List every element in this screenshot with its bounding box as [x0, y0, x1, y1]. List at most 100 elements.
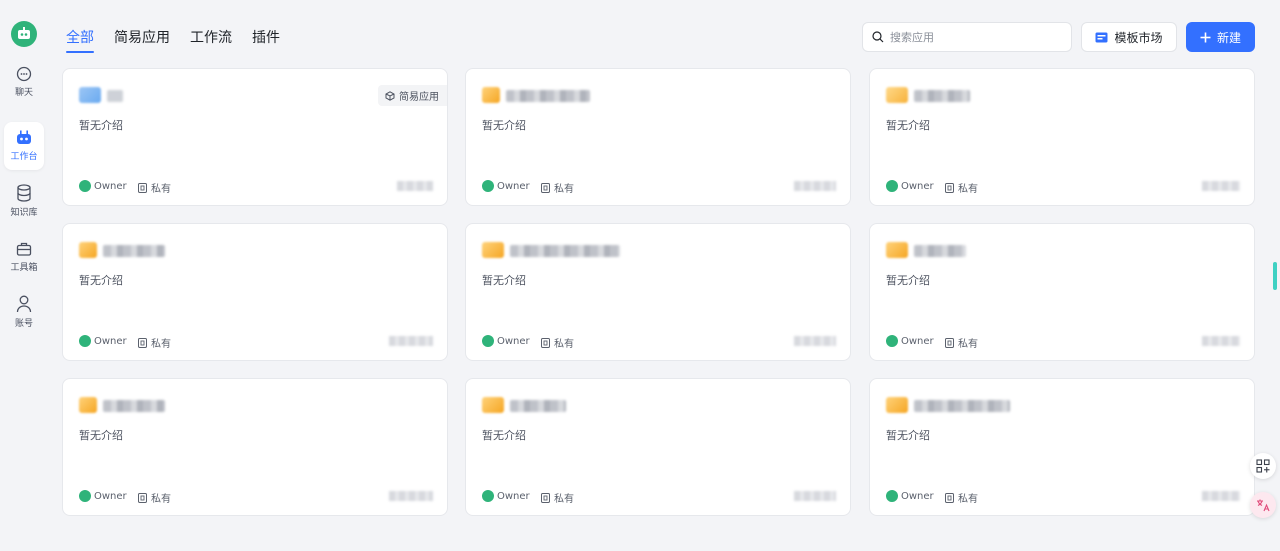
visibility-label: 私有: [958, 339, 978, 350]
app-visibility: 私有: [541, 490, 574, 505]
visibility-label: 私有: [554, 184, 574, 195]
sidebar-item-label: 聊天: [14, 88, 33, 98]
translate-button[interactable]: [1250, 492, 1276, 518]
tab-all[interactable]: 全部: [66, 27, 94, 53]
app-logo-icon[interactable]: [11, 21, 37, 47]
template-market-label: 模板市场: [1114, 30, 1163, 45]
update-time-redacted: [794, 336, 836, 346]
update-time-redacted: [794, 181, 836, 191]
owner-label: Owner: [94, 180, 127, 192]
tab-simple-app[interactable]: 简易应用: [114, 27, 170, 53]
sidebar-item-label: 工具箱: [10, 263, 38, 273]
app-owner: Owner: [79, 180, 127, 192]
app-icon: [79, 242, 97, 258]
app-card[interactable]: 暂无介绍 Owner 私有: [869, 378, 1255, 516]
sidebar-item-label: 账号: [14, 319, 33, 329]
sidebar-item-label: 知识库: [10, 208, 38, 218]
avatar: [886, 490, 898, 502]
visibility-label: 私有: [958, 494, 978, 505]
translate-icon: [1257, 499, 1270, 512]
visibility-label: 私有: [151, 184, 171, 195]
app-card[interactable]: 暂无介绍 Owner 私有: [465, 223, 851, 361]
app-icon: [886, 397, 908, 413]
template-icon: [1095, 32, 1108, 42]
sidebar-item-chat[interactable]: 聊天: [4, 58, 44, 106]
tab-plugin[interactable]: 插件: [252, 27, 280, 53]
chat-icon: [16, 66, 32, 82]
update-time-redacted: [397, 181, 433, 191]
lock-icon: [138, 337, 147, 348]
database-icon: [17, 184, 31, 202]
sidebar-item-account[interactable]: 账号: [4, 288, 44, 336]
visibility-label: 私有: [554, 339, 574, 350]
toolbox-icon: [16, 242, 32, 256]
lock-icon: [541, 337, 550, 348]
search-box: [862, 22, 1072, 52]
visibility-label: 私有: [958, 184, 978, 195]
sidebar-item-workbench[interactable]: 工作台: [4, 122, 44, 170]
owner-label: Owner: [497, 335, 530, 347]
sidebar-item-toolbox[interactable]: 工具箱: [4, 233, 44, 281]
tab-workflow[interactable]: 工作流: [190, 27, 232, 53]
app-name-redacted: [103, 400, 165, 412]
app-name-redacted: [914, 400, 1010, 412]
app-card[interactable]: 暂无介绍 Owner 私有: [62, 223, 448, 361]
new-app-button[interactable]: 新建: [1186, 22, 1255, 52]
app-name-redacted: [103, 245, 165, 257]
app-icon: [482, 397, 504, 413]
sidebar-item-label: 工作台: [10, 152, 38, 162]
app-type-badge: 简易应用: [378, 85, 447, 106]
app-visibility: 私有: [138, 335, 171, 350]
update-time-redacted: [1202, 336, 1240, 346]
update-time-redacted: [1202, 181, 1240, 191]
app-visibility: 私有: [138, 490, 171, 505]
app-description: 暂无介绍: [886, 119, 930, 132]
app-name-redacted: [510, 245, 620, 257]
app-description: 暂无介绍: [79, 119, 123, 132]
app-owner: Owner: [886, 335, 934, 347]
app-visibility: 私有: [945, 335, 978, 350]
app-card[interactable]: 简易应用 暂无介绍 Owner 私有: [62, 68, 448, 206]
app-card[interactable]: 暂无介绍 Owner 私有: [465, 378, 851, 516]
app-visibility: 私有: [945, 490, 978, 505]
user-icon: [16, 295, 32, 313]
app-description: 暂无介绍: [886, 429, 930, 442]
search-input[interactable]: [890, 30, 1060, 44]
app-name-redacted: [914, 245, 966, 257]
new-app-label: 新建: [1216, 30, 1241, 45]
app-icon: [482, 87, 500, 103]
owner-label: Owner: [901, 335, 934, 347]
grid-add-icon: [1256, 459, 1270, 473]
lock-icon: [945, 182, 954, 193]
app-card[interactable]: 暂无介绍 Owner 私有: [465, 68, 851, 206]
scroll-indicator[interactable]: [1273, 262, 1277, 290]
app-name-redacted: [506, 90, 590, 102]
sidebar-item-knowledge[interactable]: 知识库: [4, 177, 44, 225]
avatar: [482, 335, 494, 347]
app-visibility: 私有: [541, 335, 574, 350]
app-card[interactable]: 暂无介绍 Owner 私有: [869, 223, 1255, 361]
app-icon: [482, 242, 504, 258]
owner-label: Owner: [901, 180, 934, 192]
lock-icon: [138, 492, 147, 503]
app-name-redacted: [107, 90, 123, 102]
update-time-redacted: [794, 491, 836, 501]
owner-label: Owner: [94, 335, 127, 347]
app-name-redacted: [914, 90, 970, 102]
app-owner: Owner: [79, 335, 127, 347]
app-icon: [886, 242, 908, 258]
lock-icon: [541, 492, 550, 503]
update-time-redacted: [389, 336, 433, 346]
app-icon: [79, 397, 97, 413]
app-visibility: 私有: [138, 180, 171, 195]
apps-grid-button[interactable]: [1250, 453, 1276, 479]
lock-icon: [541, 182, 550, 193]
app-card[interactable]: 暂无介绍 Owner 私有: [62, 378, 448, 516]
lock-icon: [138, 182, 147, 193]
template-market-button[interactable]: 模板市场: [1081, 22, 1177, 52]
app-description: 暂无介绍: [79, 274, 123, 287]
app-card[interactable]: 暂无介绍 Owner 私有: [869, 68, 1255, 206]
search-icon: [872, 31, 884, 43]
avatar: [886, 180, 898, 192]
app-owner: Owner: [886, 490, 934, 502]
